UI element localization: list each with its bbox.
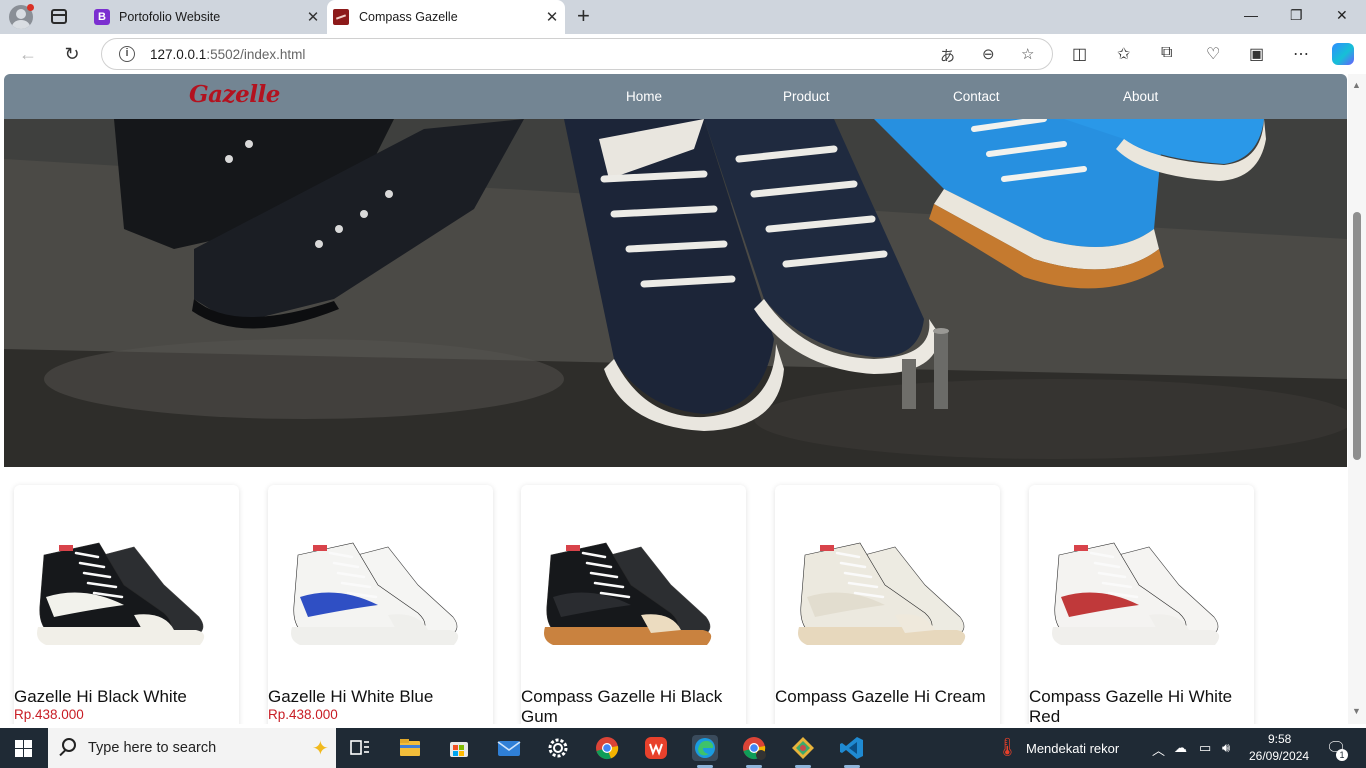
product-image: [1052, 542, 1220, 645]
minimize-button[interactable]: —: [1244, 7, 1258, 23]
windows-taskbar: Type here to search ✦ 🌡 Mendekati rekor …: [0, 728, 1366, 768]
search-icon: [62, 738, 76, 752]
show-hidden-icons-chevron-icon[interactable]: ︿: [1152, 740, 1165, 759]
wps-office-icon[interactable]: [643, 735, 669, 761]
tab-portofolio-website[interactable]: B Portofolio Website ✕: [86, 0, 326, 34]
page-scrollbar[interactable]: ▲ ▼: [1348, 74, 1366, 724]
back-arrow-icon[interactable]: ←: [16, 42, 40, 66]
nav-link-product[interactable]: Product: [783, 89, 830, 104]
product-image: [291, 542, 459, 645]
site-info-icon[interactable]: i: [119, 46, 135, 62]
close-window-button[interactable]: ✕: [1336, 7, 1348, 24]
product-name[interactable]: Gazelle Hi Black White: [14, 687, 242, 707]
volume-speaker-icon[interactable]: 🔊︎: [1222, 740, 1230, 756]
edge-icon[interactable]: [692, 735, 718, 768]
close-tab-icon[interactable]: ✕: [300, 8, 326, 26]
scroll-up-arrow-icon[interactable]: ▲: [1352, 80, 1361, 90]
split-screen-icon[interactable]: ◫: [1072, 44, 1087, 64]
mail-icon[interactable]: [496, 735, 522, 761]
file-explorer-icon[interactable]: [397, 735, 423, 761]
product-card[interactable]: Compass Gazelle Hi White Red: [1029, 485, 1254, 724]
search-placeholder: Type here to search: [88, 740, 217, 756]
tab-compass-gazelle[interactable]: Compass Gazelle ✕: [327, 0, 565, 34]
restore-button[interactable]: ❐: [1290, 7, 1303, 24]
hero-banner-image: [4, 119, 1347, 467]
read-aloud-translate-icon[interactable]: あ: [940, 45, 955, 66]
product-name[interactable]: Compass Gazelle Hi Cream: [775, 687, 1003, 707]
windows-start-icon[interactable]: [15, 740, 32, 757]
taskbar-search-box[interactable]: Type here to search ✦: [48, 728, 336, 768]
chrome-profile-icon[interactable]: [741, 735, 767, 768]
browser-tab-strip: B Portofolio Website ✕ Compass Gazelle ✕…: [0, 0, 1366, 34]
chrome-icon[interactable]: [594, 735, 620, 761]
product-name[interactable]: Compass Gazelle Hi Black Gum: [521, 687, 749, 724]
product-image: [798, 542, 966, 645]
tab-title: Portofolio Website: [119, 10, 221, 24]
web-page: Gazelle Home Product Contact About Gazel…: [4, 74, 1347, 724]
brand-logo[interactable]: Gazelle: [189, 81, 280, 108]
task-view-icon[interactable]: [347, 735, 373, 761]
product-name[interactable]: Compass Gazelle Hi White Red: [1029, 687, 1257, 724]
zoom-out-icon[interactable]: ⊖: [982, 45, 995, 63]
hero-sneakers-illustration: [4, 119, 1347, 467]
product-card[interactable]: Gazelle Hi Black White Rp.438.000: [14, 485, 239, 724]
nav-link-home[interactable]: Home: [626, 89, 662, 104]
product-price: Rp.438.000: [268, 707, 338, 722]
microsoft-store-icon[interactable]: [446, 735, 472, 761]
address-bar[interactable]: i 127.0.0.1:5502/index.html あ ⊖ ☆: [101, 38, 1053, 70]
onedrive-cloud-icon[interactable]: ☁: [1174, 740, 1187, 756]
scroll-thumb[interactable]: [1353, 212, 1361, 460]
reload-icon[interactable]: ↻: [60, 42, 84, 66]
close-tab-icon[interactable]: ✕: [539, 8, 565, 26]
product-image: [544, 542, 712, 645]
product-card[interactable]: Compass Gazelle Hi Cream: [775, 485, 1000, 724]
vscode-icon[interactable]: [839, 735, 865, 768]
tab-actions-icon[interactable]: [51, 9, 67, 24]
settings-gear-icon[interactable]: [545, 735, 571, 761]
clock-date[interactable]: 26/09/2024: [1249, 749, 1309, 763]
network-icon[interactable]: ▭: [1199, 740, 1211, 756]
copilot-icon[interactable]: [1332, 43, 1354, 65]
browser-toolbar: ← ↻ i 127.0.0.1:5502/index.html あ ⊖ ☆ ◫ …: [0, 34, 1366, 74]
product-image: [37, 542, 205, 645]
notification-count-badge: 1: [1336, 749, 1348, 761]
weather-thermometer-icon[interactable]: 🌡: [996, 737, 1019, 758]
product-card[interactable]: Gazelle Hi White Blue Rp.438.000: [268, 485, 493, 724]
url-host: 127.0.0.1: [150, 47, 207, 62]
nav-link-about[interactable]: About: [1123, 89, 1158, 104]
search-highlight-sparkle-icon: ✦: [312, 738, 329, 760]
compass-favicon-icon: [333, 9, 349, 25]
favorites-icon[interactable]: ✩: [1117, 44, 1130, 64]
more-options-icon[interactable]: ⋯: [1293, 44, 1309, 64]
collections-icon[interactable]: ⧉: [1161, 44, 1172, 62]
product-grid: Gazelle Hi Black White Rp.438.000 Gazell…: [4, 467, 1347, 724]
product-card[interactable]: Compass Gazelle Hi Black Gum: [521, 485, 746, 724]
weather-status-text[interactable]: Mendekati rekor: [1026, 741, 1119, 756]
product-name[interactable]: Gazelle Hi White Blue: [268, 687, 496, 707]
url-text[interactable]: 127.0.0.1:5502/index.html: [150, 47, 305, 62]
bootstrap-favicon-icon: B: [94, 9, 110, 25]
product-price: Rp.438.000: [14, 707, 84, 722]
favorite-star-icon[interactable]: ☆: [1021, 45, 1034, 63]
clock-time[interactable]: 9:58: [1268, 732, 1291, 746]
url-path: :5502/index.html: [206, 47, 306, 62]
git-tool-icon[interactable]: [790, 735, 816, 768]
nav-link-contact[interactable]: Contact: [953, 89, 1000, 104]
tab-title: Compass Gazelle: [359, 10, 458, 24]
new-tab-plus-icon[interactable]: +: [577, 5, 590, 27]
browser-essentials-icon[interactable]: ♡: [1206, 44, 1220, 64]
profile-notification-dot: [27, 4, 34, 11]
extensions-icon[interactable]: ▣: [1249, 44, 1264, 64]
site-navbar: Gazelle Home Product Contact About: [4, 74, 1347, 119]
scroll-down-arrow-icon[interactable]: ▼: [1352, 706, 1361, 716]
